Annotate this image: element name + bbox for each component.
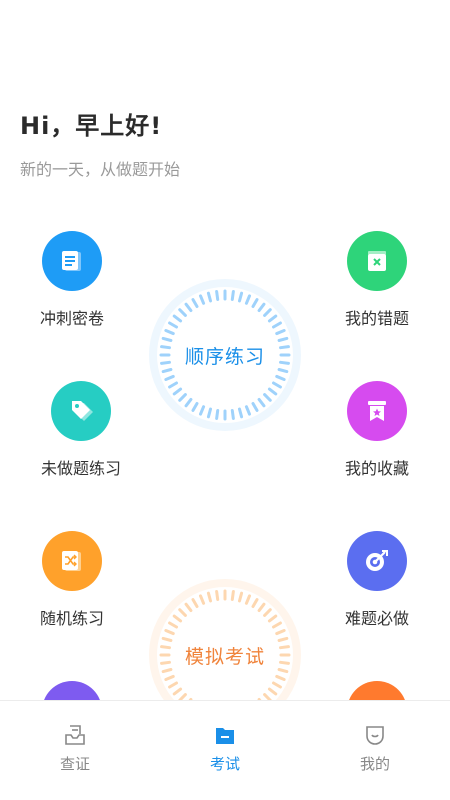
tab-exam[interactable]: 考试 <box>150 701 300 800</box>
sprint-papers-icon <box>42 231 102 291</box>
shuffle-icon <box>42 531 102 591</box>
tab-label: 我的 <box>359 755 390 773</box>
profile-icon <box>366 726 384 745</box>
tag-icon <box>51 381 111 441</box>
tab-label: 查证 <box>59 755 90 773</box>
feature-my-favorites[interactable]: 我的收藏 <box>322 381 432 479</box>
wrong-answers-icon <box>347 231 407 291</box>
folder-icon <box>216 728 234 744</box>
feature-random-practice[interactable]: 随机练习 <box>17 531 127 629</box>
sequential-practice-button[interactable]: 顺序练习 <box>148 278 302 432</box>
inbox-icon <box>65 725 85 745</box>
feature-must-do-hard[interactable]: 难题必做 <box>322 531 432 629</box>
feature-label: 冲刺密卷 <box>39 309 104 328</box>
tab-verify[interactable]: 查证 <box>0 701 150 800</box>
feature-label: 随机练习 <box>39 609 104 628</box>
sequential-practice-label: 顺序练习 <box>184 345 265 368</box>
greeting-subtitle: 新的一天，从做题开始 <box>20 160 181 179</box>
target-icon <box>347 531 407 591</box>
bottom-tab-bar: 查证 考试 我的 <box>0 700 450 800</box>
tab-mine[interactable]: 我的 <box>300 701 450 800</box>
tab-label: 考试 <box>209 755 240 773</box>
feature-label: 我的错题 <box>344 309 409 328</box>
feature-label: 我的收藏 <box>344 459 409 478</box>
bookmark-star-icon <box>347 381 407 441</box>
greeting-title: Hi，早上好! <box>20 112 163 140</box>
feature-label: 未做题练习 <box>40 459 121 478</box>
feature-my-wrong-answers[interactable]: 我的错题 <box>322 231 432 329</box>
feature-undone-practice[interactable]: 未做题练习 <box>26 381 136 479</box>
feature-sprint-papers[interactable]: 冲刺密卷 <box>17 231 127 329</box>
feature-label: 难题必做 <box>344 609 409 628</box>
